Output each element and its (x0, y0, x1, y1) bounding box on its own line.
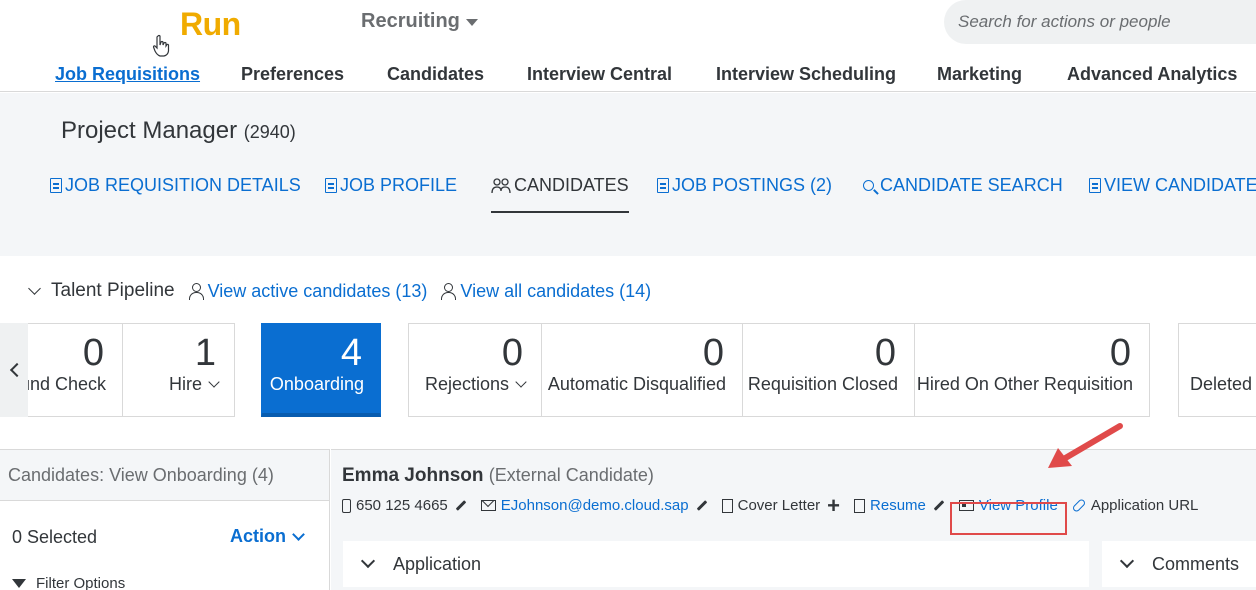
person-icon (188, 283, 204, 300)
tab-job-requisition-details[interactable]: JOB REQUISITION DETAILS (50, 175, 301, 196)
view-all-candidates-link[interactable]: View all candidates (14) (441, 281, 651, 302)
document-icon (721, 498, 733, 513)
caret-down-icon (465, 19, 478, 26)
pipeline-tile-onboarding[interactable]: 4 Onboarding (261, 323, 381, 417)
nav-advanced-analytics[interactable]: Advanced Analytics (1067, 64, 1237, 85)
nav-candidates[interactable]: Candidates (387, 64, 484, 85)
view-profile-highlight-box (950, 502, 1067, 535)
nav-marketing[interactable]: Marketing (937, 64, 1022, 85)
page-title: Project Manager (2940) (61, 117, 296, 145)
view-active-candidates-link[interactable]: View active candidates (13) (188, 281, 427, 302)
talent-pipeline-header: Talent Pipeline View active candidates (… (28, 280, 651, 302)
pipeline-scroll-left-button[interactable] (0, 323, 28, 417)
link-icon (1071, 498, 1087, 513)
requisition-title: Project Manager (61, 117, 238, 144)
tab-job-profile[interactable]: JOB PROFILE (325, 175, 457, 196)
pipeline-tile-hired-on-other-requisition[interactable]: 0 Hired On Other Requisition (914, 323, 1150, 417)
pipeline-tile-background-check[interactable]: 0 und Check (28, 323, 123, 417)
profile-doc-icon (325, 178, 337, 193)
document-icon (854, 498, 866, 513)
chevron-down-icon (292, 527, 305, 541)
global-search[interactable] (944, 0, 1256, 44)
pipeline-tile-automatic-disqualified[interactable]: 0 Automatic Disqualified (541, 323, 743, 417)
cover-letter-label: Cover Letter (737, 497, 821, 514)
search-input[interactable] (958, 12, 1256, 32)
candidate-list-panel: Candidates: View Onboarding (4) 0 Select… (0, 449, 330, 590)
tab-candidate-search[interactable]: CANDIDATE SEARCH (863, 175, 1063, 196)
action-menu-button[interactable]: Action (230, 526, 305, 547)
filter-icon (12, 579, 26, 588)
module-label: Recruiting (361, 10, 460, 32)
chevron-left-icon (9, 362, 24, 378)
requisition-subnav: JOB REQUISITION DETAILS JOB PROFILE CAND… (0, 171, 1256, 215)
candidate-name: Emma Johnson (External Candidate) (342, 465, 654, 486)
people-icon (491, 177, 511, 193)
add-icon[interactable]: + (827, 494, 840, 516)
tab-job-postings[interactable]: JOB POSTINGS (2) (657, 175, 832, 196)
search-icon (863, 180, 874, 191)
candidate-list-header: Candidates: View Onboarding (4) (0, 449, 329, 501)
pipeline-tile-rejections[interactable]: 0 Rejections (408, 323, 542, 417)
doc-icon (657, 178, 669, 193)
comments-section-header[interactable]: Comments (1102, 541, 1256, 587)
requisition-header: Project Manager (2940) JOB REQUISITION D… (0, 93, 1256, 256)
nav-job-requisitions[interactable]: Job Requisitions (55, 64, 200, 85)
chevron-down-icon (1119, 553, 1135, 569)
email-icon (480, 500, 496, 511)
annotation-arrow-icon (1048, 423, 1123, 468)
person-icon (441, 283, 457, 300)
pipeline-tile-requisition-closed[interactable]: 0 Requisition Closed (742, 323, 915, 417)
phone-icon (342, 498, 351, 513)
requisition-id: (2940) (243, 122, 296, 142)
candidate-info-bar: 650 125 4665 EJohnson@demo.cloud.sap Cov… (342, 494, 1212, 516)
pencil-icon[interactable] (696, 500, 707, 511)
candidate-email-link[interactable]: EJohnson@demo.cloud.sap (501, 497, 689, 514)
application-section-header[interactable]: Application (343, 541, 1089, 587)
chevron-down-icon (515, 376, 527, 388)
chevron-down-icon[interactable] (28, 282, 41, 295)
candidate-phone: 650 125 4665 (356, 497, 448, 514)
pipeline-tile-deleted[interactable]: Deleted (1178, 323, 1256, 417)
pencil-icon[interactable] (933, 500, 945, 511)
nav-interview-central[interactable]: Interview Central (527, 64, 672, 85)
module-switcher[interactable]: Recruiting (361, 10, 478, 33)
pipeline-tile-hire[interactable]: 1 Hire (122, 323, 235, 417)
hand-cursor-icon (152, 34, 170, 57)
tab-view-candidate[interactable]: VIEW CANDIDATE F (1089, 175, 1256, 196)
chevron-down-icon (360, 553, 376, 569)
clipboard-icon (1089, 178, 1101, 193)
pencil-icon[interactable] (455, 500, 467, 511)
selected-count: 0 Selected (12, 527, 98, 547)
chevron-down-icon (208, 376, 220, 388)
doc-icon (50, 178, 62, 193)
filter-options-button[interactable]: Filter Options (12, 575, 125, 590)
run-logo[interactable]: Run (180, 6, 241, 43)
resume-link[interactable]: Resume (870, 497, 926, 514)
application-url-label[interactable]: Application URL (1091, 497, 1199, 514)
tab-candidates[interactable]: CANDIDATES (491, 175, 629, 213)
nav-interview-scheduling[interactable]: Interview Scheduling (716, 64, 896, 85)
shell-header: Run Recruiting Job Requisitions Preferen… (0, 0, 1256, 92)
main-nav: Job Requisitions Preferences Candidates … (0, 60, 1256, 90)
nav-preferences[interactable]: Preferences (241, 64, 344, 85)
talent-pipeline-label: Talent Pipeline (51, 280, 175, 301)
